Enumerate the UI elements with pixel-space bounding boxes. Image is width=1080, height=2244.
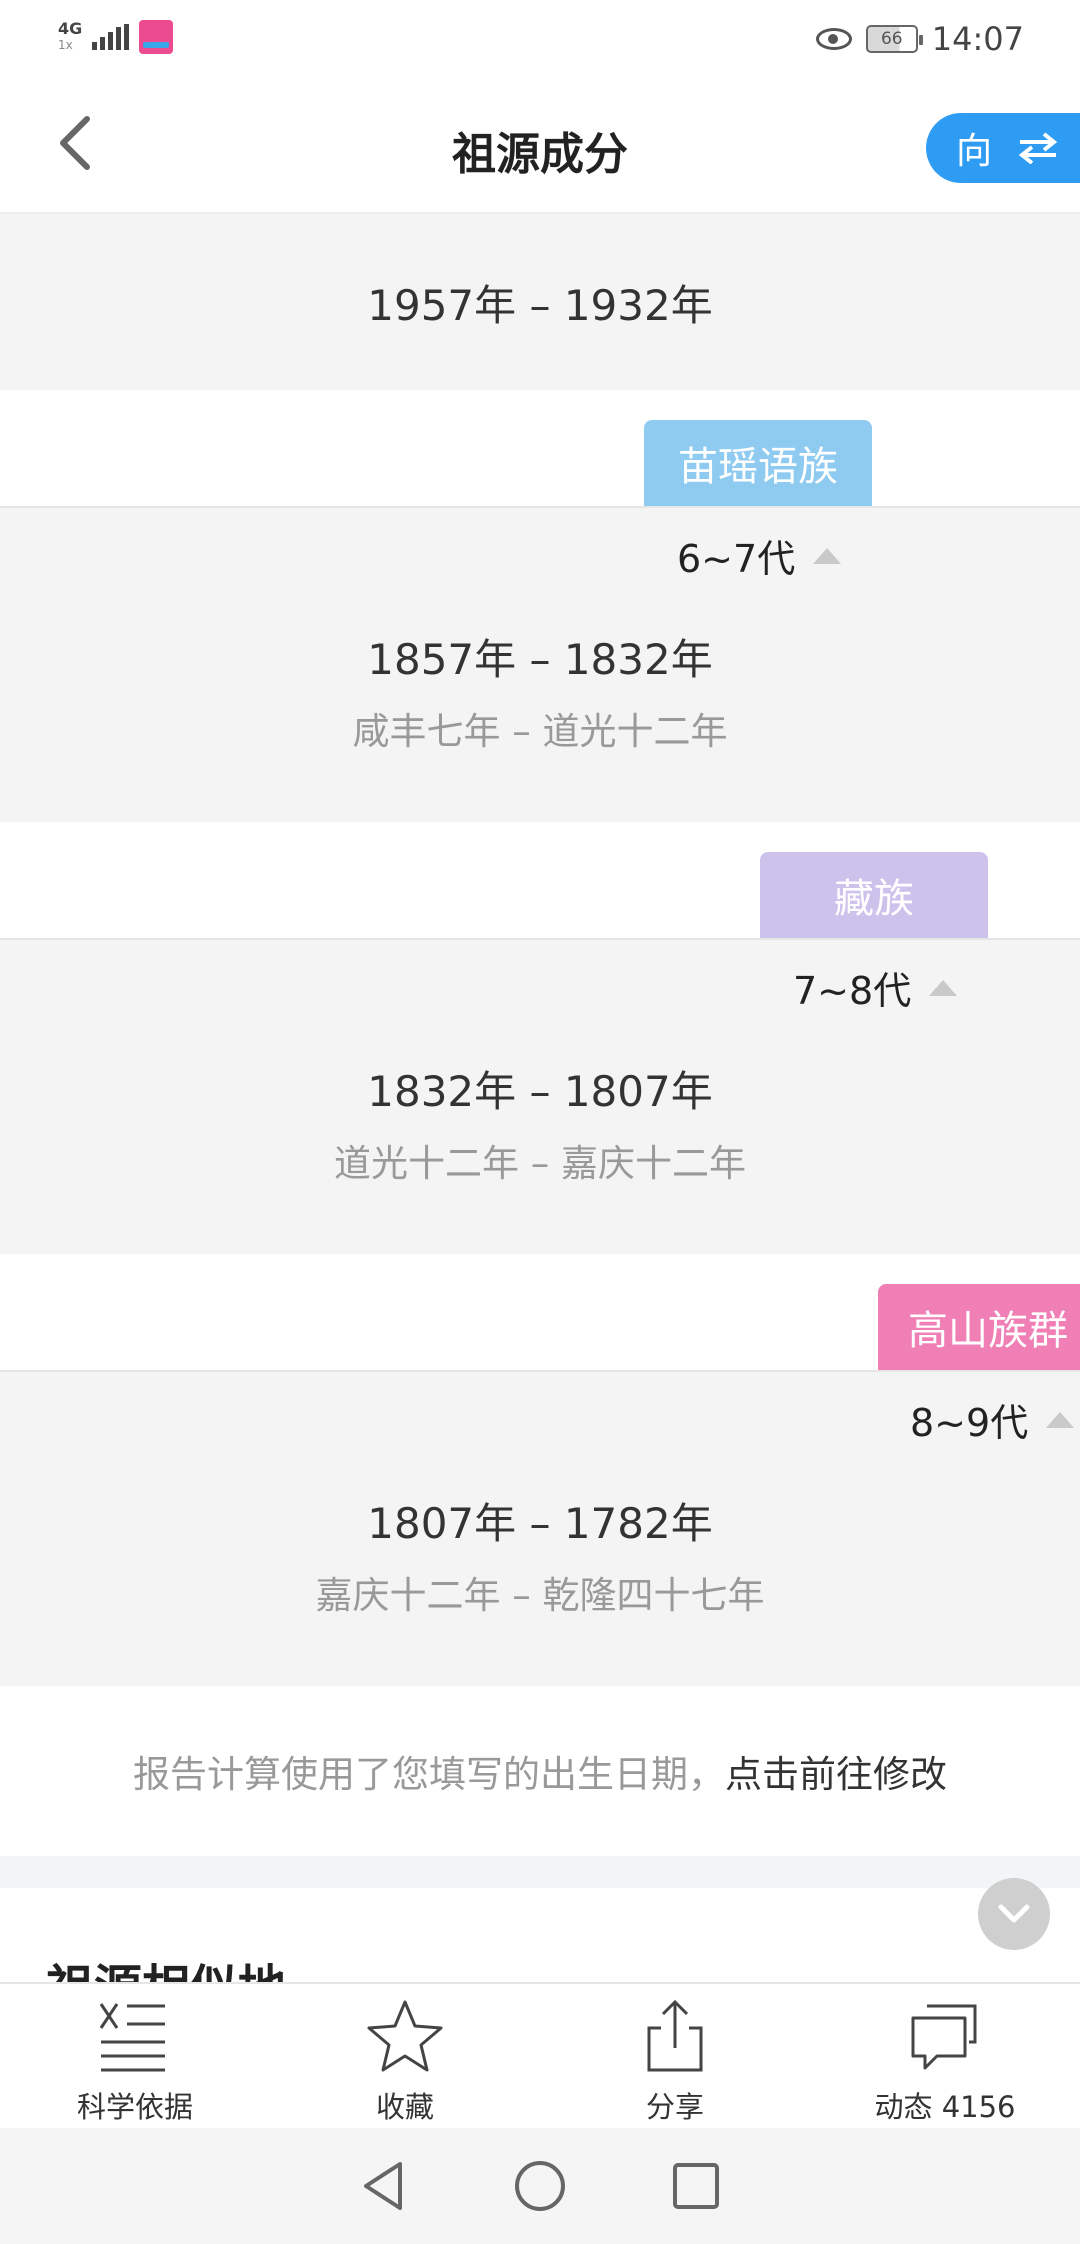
era-range: 嘉庆十二年 – 乾隆四十七年	[315, 1574, 765, 1617]
year-range: 1807年 – 1782年	[367, 1499, 713, 1548]
section-title: 祖源相似地	[46, 1948, 286, 1986]
favorite-button[interactable]: 收藏	[270, 1984, 540, 2128]
birthdate-notice: 报告计算使用了您填写的出生日期， 点击前往修改	[0, 1686, 1080, 1856]
toolbar-label: 科学依据	[76, 2090, 193, 2124]
generation-label[interactable]: 6~7代	[677, 528, 842, 583]
app-notification-icon	[139, 20, 174, 54]
battery-icon: 66	[865, 25, 923, 53]
toolbar-label: 动态 4156	[874, 2090, 1016, 2124]
page-title: 祖源成分	[452, 129, 628, 180]
network-indicator: 4G 1x	[58, 21, 82, 53]
signal-icon	[92, 24, 130, 50]
year-range: 1857年 – 1832年	[367, 635, 713, 684]
battery-level: 66	[880, 29, 903, 49]
chat-icon	[911, 2004, 977, 2070]
science-basis-button[interactable]: 科学依据	[0, 1984, 270, 2128]
generation-label[interactable]: 7~8代	[793, 960, 958, 1015]
direction-toggle-button[interactable]: 向	[926, 113, 1080, 183]
network-sub: 1x	[58, 38, 73, 52]
triangle-up-icon	[813, 547, 842, 564]
eye-comfort-icon	[815, 28, 852, 50]
ethnicity-tag[interactable]: 高山族群	[878, 1284, 1080, 1370]
edit-birthdate-link[interactable]: 点击前往修改	[725, 1744, 947, 1798]
activity-button[interactable]: 动态 4156	[810, 1984, 1080, 2128]
generation-text: 7~8代	[793, 969, 912, 1013]
system-nav-bar	[0, 2128, 1080, 2244]
generation-text: 6~7代	[677, 537, 796, 581]
swap-arrows-icon	[1018, 132, 1058, 164]
year-range: 1832年 – 1807年	[367, 1067, 713, 1116]
notice-text: 报告计算使用了您填写的出生日期，	[133, 1753, 725, 1796]
generation-text: 8~9代	[910, 1401, 1029, 1445]
clock: 14:07	[931, 20, 1024, 58]
toolbar-label: 收藏	[375, 2090, 434, 2124]
generation-years: 1832年 – 1807年 道光十二年 – 嘉庆十二年	[0, 1058, 1080, 1187]
ethnicity-tag[interactable]: 苗瑶语族	[644, 420, 872, 506]
scroll-down-button[interactable]	[978, 1878, 1050, 1950]
generation-years: 1857年 – 1832年 咸丰七年 – 道光十二年	[0, 626, 1080, 755]
section-divider	[0, 1856, 1080, 1888]
year-range: 1957年 – 1932年	[367, 280, 713, 330]
generation-label[interactable]: 8~9代	[910, 1392, 1075, 1447]
network-type: 4G	[58, 19, 83, 38]
generation-block: 8~9代 1807年 – 1782年 嘉庆十二年 – 乾隆四十七年	[0, 1372, 1080, 1686]
direction-label: 向	[956, 131, 993, 172]
back-triangle-icon[interactable]	[356, 2158, 412, 2214]
status-bar: 4G 1x 66 14:07	[0, 0, 1080, 80]
science-icon	[99, 2003, 165, 2072]
toolbar-label: 分享	[645, 2090, 704, 2124]
generation-block-top: 1957年 – 1932年	[0, 214, 1080, 390]
ancestry-timeline: 1957年 – 1932年 苗瑶语族 6~7代 1857年 – 1832年 咸丰…	[0, 214, 1080, 1986]
tag-row: 高山族群	[0, 1254, 1080, 1372]
generation-block: 7~8代 1832年 – 1807年 道光十二年 – 嘉庆十二年	[0, 940, 1080, 1254]
home-circle-icon[interactable]	[512, 2158, 568, 2214]
share-icon	[647, 1999, 703, 2072]
chevron-down-icon	[998, 1904, 1030, 1923]
generation-years: 1807年 – 1782年 嘉庆十二年 – 乾隆四十七年	[0, 1490, 1080, 1619]
status-right: 66 14:07	[815, 20, 1024, 58]
tag-row: 苗瑶语族	[0, 390, 1080, 508]
recents-square-icon[interactable]	[668, 2158, 724, 2214]
star-icon	[367, 2000, 443, 2072]
tag-row: 藏族	[0, 822, 1080, 940]
era-range: 咸丰七年 – 道光十二年	[352, 710, 728, 753]
app-header: 祖源成分 向	[0, 80, 1080, 214]
bottom-toolbar: 科学依据 收藏 分享 动态 4156	[0, 1982, 1080, 2128]
similar-origins-section: 祖源相似地	[0, 1888, 1080, 1986]
era-range: 道光十二年 – 嘉庆十二年	[333, 1142, 747, 1185]
status-left: 4G 1x	[58, 20, 174, 54]
ethnicity-tag[interactable]: 藏族	[760, 852, 988, 938]
generation-block: 6~7代 1857年 – 1832年 咸丰七年 – 道光十二年	[0, 508, 1080, 822]
triangle-up-icon	[929, 979, 958, 996]
triangle-up-icon	[1046, 1411, 1075, 1428]
share-button[interactable]: 分享	[540, 1984, 810, 2128]
